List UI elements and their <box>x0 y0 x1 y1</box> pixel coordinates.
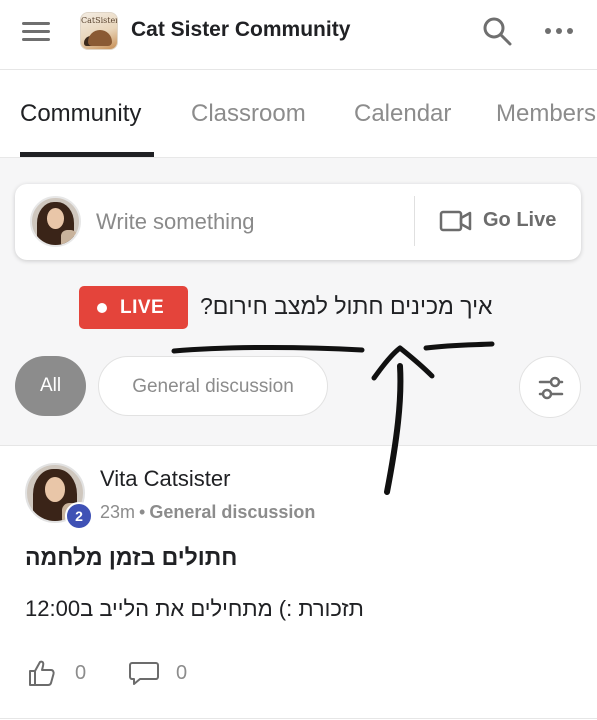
filter-chip-general-label: General discussion <box>132 376 294 397</box>
tab-calendar[interactable]: Calendar <box>354 100 451 128</box>
composer-divider <box>414 196 415 246</box>
live-dot-icon <box>97 303 107 313</box>
filter-chip-all-label: All <box>39 375 62 396</box>
post-composer[interactable]: Write something Go Live <box>15 184 581 260</box>
post-time: 23m <box>100 502 136 522</box>
user-avatar <box>30 196 81 247</box>
post-divider <box>0 718 597 719</box>
comment-icon <box>129 662 159 685</box>
meta-separator: • <box>139 502 146 522</box>
comment-count: 0 <box>176 662 188 684</box>
post-card[interactable]: 2 Vita Catsister 23m • General discussion … <box>0 445 597 720</box>
tab-classroom[interactable]: Classroom <box>191 100 306 128</box>
tab-members[interactable]: Members <box>496 100 596 128</box>
go-live-button[interactable]: Go Live <box>439 206 556 236</box>
go-live-label: Go Live <box>483 209 557 231</box>
post-category[interactable]: General discussion <box>149 502 315 522</box>
sliders-icon <box>538 376 564 400</box>
like-button[interactable]: 0 <box>27 658 86 688</box>
comment-button[interactable]: 0 <box>128 658 187 688</box>
live-event-title[interactable]: איך מכינים חתול למצב חירום? <box>200 293 512 320</box>
top-app-bar: CatSister Cat Sister Community <box>0 0 597 70</box>
post-title[interactable]: חתולים בזמן מלחמה <box>25 544 265 571</box>
post-body: תזכורת :) מתחילים את הלייב ב12:00 <box>25 596 364 621</box>
live-badge[interactable]: LIVE <box>79 286 188 329</box>
community-logo[interactable]: CatSister <box>80 12 118 50</box>
search-icon[interactable] <box>480 14 514 48</box>
post-meta: 23m • General discussion <box>100 502 315 523</box>
write-something-input[interactable]: Write something <box>96 209 255 235</box>
post-author[interactable]: Vita Catsister <box>100 466 230 492</box>
video-camera-icon <box>439 210 472 232</box>
logo-text: CatSister <box>81 16 118 25</box>
filter-chip-all[interactable]: All <box>15 356 86 416</box>
level-badge: 2 <box>65 502 93 530</box>
thumbs-up-icon <box>29 660 55 686</box>
menu-icon[interactable] <box>22 20 52 42</box>
more-icon[interactable] <box>542 14 576 48</box>
section-tabs: Community Classroom Calendar Members <box>0 70 597 158</box>
live-label: LIVE <box>120 297 165 318</box>
community-title[interactable]: Cat Sister Community <box>131 18 350 42</box>
tab-community[interactable]: Community <box>20 100 141 128</box>
filter-chip-general-discussion[interactable]: General discussion <box>98 356 328 416</box>
filter-settings-button[interactable] <box>519 356 581 418</box>
like-count: 0 <box>75 662 87 684</box>
